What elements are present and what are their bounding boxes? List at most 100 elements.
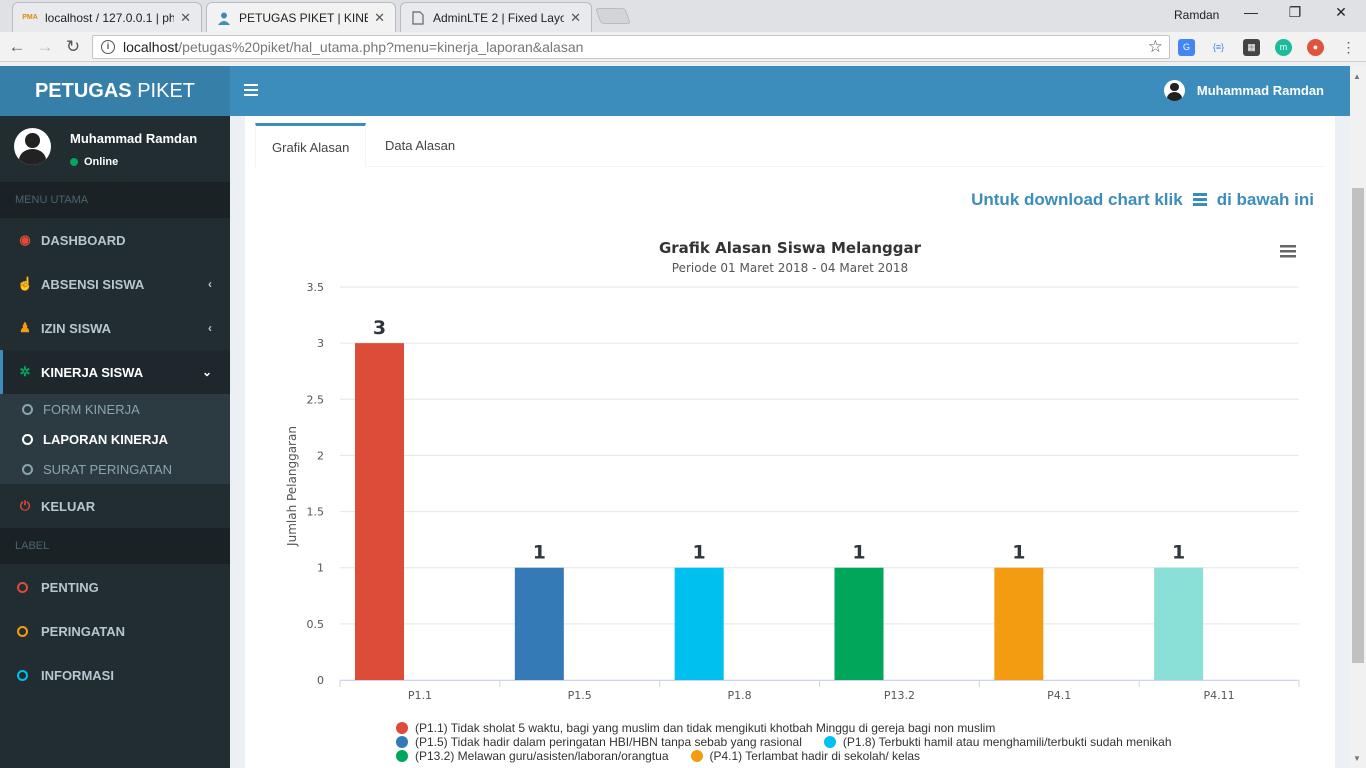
sidebar-header-main: MENU UTAMA — [0, 182, 230, 218]
phpmyadmin-icon: PMA — [22, 14, 38, 21]
child-icon: ♟ — [19, 320, 31, 335]
back-arrow-icon[interactable]: ← — [6, 36, 28, 58]
avatar — [14, 128, 51, 165]
sidebar-item-keluar[interactable]: ⏻ KELUAR — [0, 484, 230, 528]
kinerja-submenu: FORM KINERJA LAPORAN KINERJA SURAT PERIN… — [0, 394, 230, 484]
browser-tab-adminlte[interactable]: AdminLTE 2 | Fixed Layout ✕ — [400, 2, 592, 32]
minimize-icon[interactable]: — — [1236, 4, 1266, 24]
y-tick-label: 0.5 — [307, 618, 325, 631]
y-tick-label: 2 — [317, 449, 324, 462]
legend-item-p1-8[interactable]: (P1.8) Terbukti hamil atau menghamili/te… — [823, 735, 1172, 749]
sidebar-subitem-laporan-kinerja[interactable]: LAPORAN KINERJA — [0, 424, 230, 454]
bar-value-label: 3 — [373, 317, 386, 339]
page-scrollbar[interactable]: ▲ ▼ — [1350, 66, 1366, 768]
circle-icon — [17, 581, 28, 593]
avatar — [1163, 80, 1185, 101]
bar-value-label: 1 — [693, 542, 706, 564]
scroll-down-arrow-icon[interactable]: ▼ — [1353, 754, 1361, 763]
legend-marker — [396, 722, 408, 734]
m-extension-icon[interactable]: m — [1275, 39, 1292, 56]
y-tick-label: 1 — [317, 562, 324, 575]
x-tick-label: P1.5 — [568, 689, 592, 702]
bar-value-label: 1 — [1012, 542, 1025, 564]
sidebar-label-informasi[interactable]: INFORMASI — [0, 653, 230, 697]
sidebar-item-absensi-siswa[interactable]: ☝ ABSENSI SISWA ‹ — [0, 262, 230, 306]
x-tick-label: P4.1 — [1047, 689, 1071, 702]
qr-code-extension-icon[interactable]: ▦ — [1243, 39, 1260, 56]
chevron-left-icon: ‹ — [208, 321, 212, 335]
browser-tab-petugas-piket[interactable]: PETUGAS PIKET | KINERJA ✕ — [206, 2, 396, 32]
legend-item-p13-2[interactable]: (P13.2) Melawan guru/asisten/laboran/ora… — [396, 749, 669, 763]
json-extension-icon[interactable]: {≡} — [1210, 39, 1227, 56]
browser-tab-title: AdminLTE 2 | Fixed Layout — [433, 10, 565, 25]
sidebar-subitem-form-kinerja[interactable]: FORM KINERJA — [0, 394, 230, 424]
translate-extension-icon[interactable]: G — [1178, 39, 1195, 56]
user-icon — [217, 11, 231, 25]
bar-value-label: 1 — [533, 542, 546, 564]
bar-value-label: 1 — [852, 542, 865, 564]
y-tick-label: 0 — [317, 674, 324, 687]
close-tab-icon[interactable]: ✕ — [374, 10, 385, 26]
user-menu[interactable]: Muhammad Ramdan — [1163, 80, 1324, 101]
browser-tab-phpmyadmin[interactable]: PMA localhost / 127.0.0.1 | php ✕ — [12, 2, 202, 32]
sidebar-toggle-icon[interactable] — [244, 84, 258, 98]
circle-icon — [17, 669, 28, 681]
content-box: Grafik Alasan Data Alasan Untuk download… — [245, 116, 1335, 768]
legend-item-p4-1[interactable]: (P4.1) Terlambat hadir di sekolah/ kelas — [690, 749, 920, 763]
site-info-icon[interactable]: i — [101, 40, 115, 54]
sidebar-subitem-surat-peringatan[interactable]: SURAT PERINGATAN — [0, 454, 230, 484]
legend-item-p1-5[interactable]: (P1.5) Tidak hadir dalam peringatan HBI/… — [396, 735, 802, 749]
x-tick-label: P1.1 — [408, 689, 432, 702]
sidebar-header-label: LABEL — [0, 528, 230, 564]
app-logo[interactable]: PETUGAS PIKET — [0, 66, 230, 116]
legend-marker — [690, 750, 703, 762]
bar-p13-2[interactable] — [834, 567, 884, 680]
bar-p1-1[interactable] — [355, 343, 404, 680]
chart-legend: (P1.1) Tidak sholat 5 waktu, bagi yang m… — [396, 721, 1296, 763]
bar-p4-11[interactable] — [1154, 567, 1204, 680]
scroll-up-arrow-icon[interactable]: ▲ — [1353, 72, 1361, 81]
bar-p4-1[interactable] — [994, 567, 1044, 680]
browser-menu-icon[interactable]: ⋮ — [1340, 39, 1357, 56]
legend-marker — [396, 750, 408, 762]
browser-tab-bar: PMA localhost / 127.0.0.1 | php ✕ PETUGA… — [0, 0, 1366, 32]
scroll-thumb[interactable] — [1352, 188, 1364, 663]
new-tab-button[interactable] — [595, 8, 631, 24]
url-host: localhost — [123, 39, 179, 55]
bar-p1-8[interactable] — [674, 567, 724, 680]
window-user-badge[interactable]: Ramdan — [1174, 8, 1219, 22]
bar-p1-5[interactable] — [514, 567, 564, 680]
sidebar-label-penting[interactable]: PENTING — [0, 565, 230, 609]
hand-pointer-icon: ☝ — [17, 276, 34, 291]
top-navbar: Muhammad Ramdan — [230, 66, 1366, 116]
y-tick-label: 3.5 — [307, 281, 325, 294]
sidebar-item-izin-siswa[interactable]: ♟ IZIN SISWA ‹ — [0, 306, 230, 350]
color-picker-extension-icon[interactable]: ● — [1307, 39, 1324, 56]
circle-icon — [22, 463, 33, 475]
bookmark-star-icon[interactable]: ☆ — [1148, 37, 1163, 57]
chart-export-menu-icon[interactable] — [1280, 245, 1296, 258]
dashboard-icon: ◉ — [19, 232, 31, 247]
bar-chart: Grafik Alasan Siswa Melanggar Periode 01… — [285, 239, 1300, 702]
close-tab-icon[interactable]: ✕ — [570, 10, 581, 26]
browser-toolbar: ← → ↻ i localhost/petugas%20piket/hal_ut… — [0, 32, 1366, 62]
legend-item-p1-1[interactable]: (P1.1) Tidak sholat 5 waktu, bagi yang m… — [396, 721, 995, 735]
close-tab-icon[interactable]: ✕ — [180, 10, 191, 26]
restore-icon[interactable]: ❐ — [1280, 4, 1310, 24]
y-axis-label: Jumlah Pelanggaran — [285, 426, 299, 547]
address-bar[interactable]: i localhost/petugas%20piket/hal_utama.ph… — [92, 35, 1170, 59]
chevron-down-icon: ⌄ — [201, 365, 212, 379]
forward-arrow-icon[interactable]: → — [34, 36, 56, 58]
close-window-icon[interactable]: ✕ — [1326, 4, 1356, 24]
document-icon — [411, 10, 425, 25]
reload-icon[interactable]: ↻ — [62, 36, 84, 58]
sidebar-label-peringatan[interactable]: PERINGATAN — [0, 609, 230, 653]
sidebar-item-dashboard[interactable]: ◉ DASHBOARD — [0, 218, 230, 262]
chart-subtitle: Periode 01 Maret 2018 - 04 Maret 2018 — [672, 261, 908, 275]
browser-tab-title: localhost / 127.0.0.1 | php — [45, 10, 175, 25]
spinner-icon: ✲ — [19, 364, 31, 379]
user-status: Online — [70, 156, 118, 168]
x-tick-label: P13.2 — [884, 689, 915, 702]
sidebar-item-kinerja-siswa[interactable]: ✲ KINERJA SISWA ⌄ — [0, 350, 230, 394]
user-panel-name: Muhammad Ramdan — [70, 131, 198, 146]
